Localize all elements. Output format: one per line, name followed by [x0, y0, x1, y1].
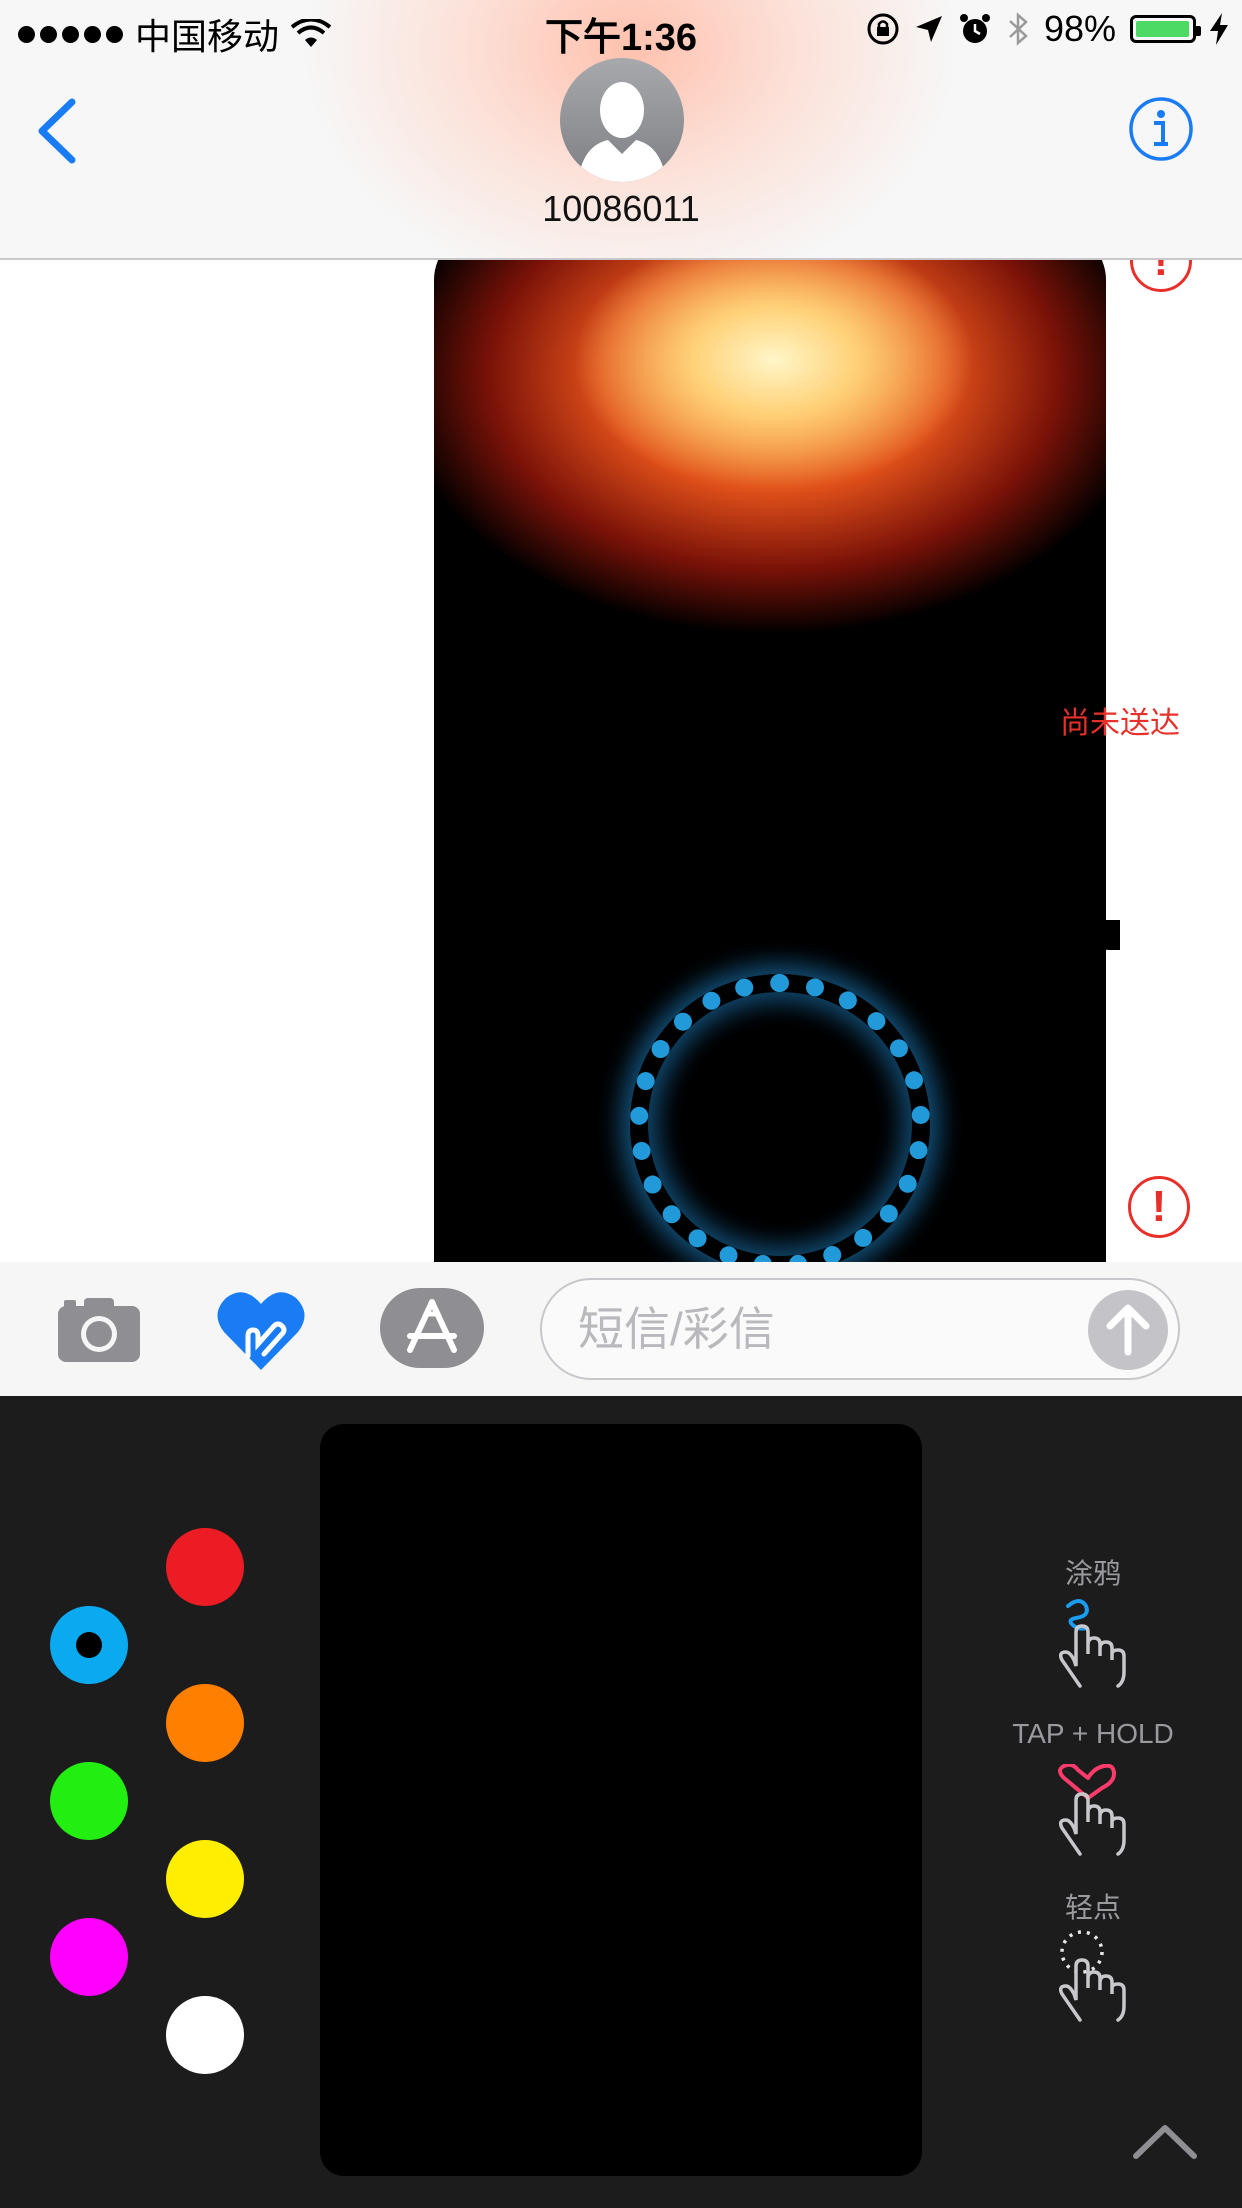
navigation-header: 中国移动 下午1:36 98% 10086011 [0, 0, 1242, 260]
digital-touch-button[interactable] [216, 1286, 306, 1372]
status-bar: 中国移动 下午1:36 98% [0, 0, 1242, 60]
heartbeat-finger-icon [1058, 1764, 1126, 1856]
color-swatch-blue[interactable] [50, 1606, 128, 1684]
info-icon [1129, 97, 1193, 161]
person-silhouette-icon [578, 82, 666, 182]
color-swatch-orange[interactable] [166, 1684, 244, 1762]
battery-level-fill [1136, 21, 1189, 37]
tap-finger-icon [1058, 1930, 1126, 2022]
color-swatch-yellow[interactable] [166, 1840, 244, 1918]
arrow-up-icon [1106, 1304, 1150, 1356]
bluetooth-icon [1009, 12, 1028, 46]
gesture-label-sketch: 涂鸦 [1064, 1558, 1121, 1589]
not-delivered-label: 尚未送达 [1060, 707, 1180, 740]
camera-icon [58, 1298, 140, 1362]
fireball-effect [434, 260, 1106, 710]
color-swatch-magenta[interactable] [50, 1918, 128, 1996]
glowing-ring-effect [630, 974, 930, 1262]
back-button[interactable] [32, 96, 82, 166]
message-input-bar [0, 1262, 1242, 1396]
charging-bolt-icon [1210, 13, 1228, 45]
location-arrow-icon [915, 16, 942, 42]
battery-icon [1130, 15, 1201, 43]
message-list[interactable]: ! 尚未送达 ! [0, 260, 1242, 1262]
orientation-lock-icon [867, 13, 899, 45]
gesture-label-heartbeat: TAP + HOLD [1012, 1718, 1174, 1749]
alarm-icon [959, 14, 990, 43]
expand-button[interactable] [1130, 2116, 1200, 2166]
digital-touch-message-ring[interactable] [434, 744, 1106, 1262]
message-input[interactable] [576, 1298, 1060, 1360]
app-store-icon [407, 1299, 457, 1353]
contact-avatar[interactable] [560, 58, 684, 182]
send-failed-icon[interactable]: ! [1130, 260, 1192, 292]
send-button[interactable] [1088, 1290, 1168, 1370]
sketch-finger-icon [1058, 1599, 1126, 1688]
camera-button[interactable] [56, 1294, 142, 1364]
app-store-button[interactable] [380, 1288, 484, 1368]
drawing-canvas[interactable] [320, 1424, 922, 2176]
digital-touch-panel: 涂鸦 TAP + HOLD 轻点 [0, 1396, 1242, 2208]
send-failed-icon[interactable]: ! [1128, 1176, 1190, 1238]
battery-percent: 98% [1043, 8, 1116, 49]
heart-touch-icon [217, 1292, 305, 1370]
color-swatch-green[interactable] [50, 1762, 128, 1840]
gesture-label-tap: 轻点 [1064, 1892, 1121, 1923]
color-swatch-red[interactable] [166, 1528, 244, 1606]
chevron-up-icon [1133, 2125, 1197, 2159]
info-button[interactable] [1128, 96, 1194, 162]
message-text-field[interactable] [540, 1278, 1180, 1380]
chevron-left-icon [38, 98, 76, 164]
status-right: 98% [866, 8, 1228, 50]
color-swatch-white[interactable] [166, 1996, 244, 2074]
contact-name[interactable]: 10086011 [0, 188, 1242, 230]
